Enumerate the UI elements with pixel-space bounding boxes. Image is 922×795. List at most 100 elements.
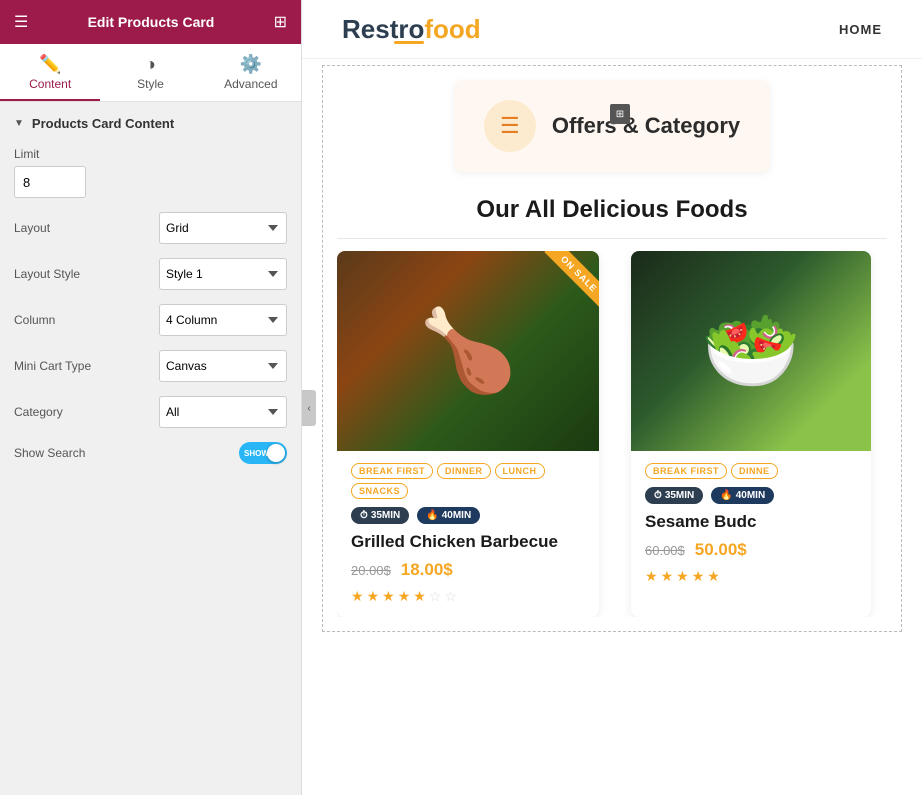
price-old-1: 20.00$ bbox=[351, 563, 391, 578]
advanced-tab-icon: ⚙️ bbox=[240, 54, 262, 75]
layout-label: Layout bbox=[14, 221, 50, 235]
time2-badge-2: 🔥 40MIN bbox=[711, 487, 774, 504]
product-meta-1: ⏱ 35MIN 🔥 40MIN bbox=[351, 507, 585, 524]
product-name-1: Grilled Chicken Barbecue bbox=[351, 532, 585, 552]
layout-style-row: Layout Style Style 1 Style 2 Style 3 bbox=[14, 258, 287, 290]
star-5: ★ bbox=[413, 588, 426, 605]
mini-cart-select[interactable]: Canvas Dropdown Modal bbox=[159, 350, 287, 382]
tag-dinne-2: DINNE bbox=[731, 463, 778, 479]
grid-icon[interactable]: ⊞ bbox=[274, 12, 287, 32]
category-label: Category bbox=[14, 405, 63, 419]
column-select[interactable]: 1 Column 2 Column 3 Column 4 Column bbox=[159, 304, 287, 336]
site-nav-home[interactable]: HOME bbox=[839, 22, 882, 37]
hamburger-icon[interactable]: ☰ bbox=[14, 12, 28, 32]
products-row: ON SALE BREAK FIRST DINNER LUNCH SNACKS … bbox=[337, 251, 887, 617]
tab-style[interactable]: ◑ Style bbox=[100, 44, 200, 101]
star-2-2: ★ bbox=[661, 568, 674, 585]
left-panel: ☰ Edit Products Card ⊞ ✏️ Content ◑ Styl… bbox=[0, 0, 302, 795]
tag-lunch: LUNCH bbox=[495, 463, 545, 479]
collapse-arrow-icon: ‹ bbox=[307, 403, 310, 414]
on-sale-text: ON SALE bbox=[544, 251, 599, 309]
star-2-4: ★ bbox=[692, 568, 705, 585]
content-tab-label: Content bbox=[29, 77, 71, 91]
layout-style-label: Layout Style bbox=[14, 267, 80, 281]
toggle-knob bbox=[267, 444, 285, 462]
product-info-1: BREAK FIRST DINNER LUNCH SNACKS ⏱ 35MIN … bbox=[337, 451, 599, 617]
product-image-wrap-1: ON SALE bbox=[337, 251, 599, 451]
star-2-5: ★ bbox=[707, 568, 720, 585]
section-header[interactable]: ▼ Products Card Content bbox=[14, 116, 287, 131]
style-tab-icon: ◑ bbox=[145, 54, 156, 75]
section-divider bbox=[337, 238, 887, 239]
style-tab-label: Style bbox=[137, 77, 164, 91]
panel-title: Edit Products Card bbox=[88, 14, 215, 30]
star-4: ★ bbox=[398, 588, 411, 605]
offers-card: ☰ Offers & Category bbox=[454, 80, 770, 172]
category-row: Category All Dinner Lunch Breakfast bbox=[14, 396, 287, 428]
layout-row: Layout Grid List Masonry bbox=[14, 212, 287, 244]
dashed-section: ☰ Offers & Category Our All Delicious Fo… bbox=[322, 65, 902, 632]
product-tags-2: BREAK FIRST DINNE bbox=[645, 463, 857, 479]
limit-input[interactable] bbox=[14, 166, 86, 198]
section-toggle-arrow: ▼ bbox=[14, 118, 24, 129]
product-prices-2: 60.00$ 50.00$ bbox=[645, 540, 857, 560]
column-row: Column 1 Column 2 Column 3 Column 4 Colu… bbox=[14, 304, 287, 336]
product-info-2: BREAK FIRST DINNE ⏱ 35MIN 🔥 40MIN Sesame… bbox=[631, 451, 871, 597]
logo-text-2: food bbox=[424, 14, 480, 44]
product-name-2: Sesame Budc bbox=[645, 512, 857, 532]
section-title: Products Card Content bbox=[32, 116, 174, 131]
elementor-move-handle[interactable]: ⊞ bbox=[610, 104, 630, 124]
product-image-wrap-2 bbox=[631, 251, 871, 451]
price-new-1: 18.00$ bbox=[401, 560, 453, 580]
product-image-2 bbox=[631, 251, 871, 451]
time2-badge: 🔥 40MIN bbox=[417, 507, 480, 524]
move-icon: ⊞ bbox=[616, 109, 624, 120]
section-title-area: Our All Delicious Foods bbox=[337, 172, 887, 234]
product-card-1: ON SALE BREAK FIRST DINNER LUNCH SNACKS … bbox=[337, 251, 599, 617]
product-stars-1: ★ ★ ★ ★ ★ ☆ ☆ bbox=[351, 588, 585, 605]
time1-badge-2: ⏱ 35MIN bbox=[645, 487, 703, 504]
star-1: ★ bbox=[351, 588, 364, 605]
right-panel: ⊞ Restrofood HOME ☰ Offers & Category Ou… bbox=[302, 0, 922, 795]
star-2: ★ bbox=[367, 588, 380, 605]
column-label: Column bbox=[14, 313, 55, 327]
category-select[interactable]: All Dinner Lunch Breakfast bbox=[159, 396, 287, 428]
star-2-1: ★ bbox=[645, 568, 658, 585]
star-2-3: ★ bbox=[676, 568, 689, 585]
layout-select[interactable]: Grid List Masonry bbox=[159, 212, 287, 244]
tab-content[interactable]: ✏️ Content bbox=[0, 44, 100, 101]
panel-header: ☰ Edit Products Card ⊞ bbox=[0, 0, 301, 44]
tag-snacks: SNACKS bbox=[351, 483, 408, 499]
mini-cart-label: Mini Cart Type bbox=[14, 359, 91, 373]
show-search-toggle[interactable]: SHOW bbox=[239, 442, 287, 464]
tag-breakfirst-2: BREAK FIRST bbox=[645, 463, 727, 479]
layout-style-select[interactable]: Style 1 Style 2 Style 3 bbox=[159, 258, 287, 290]
site-navbar: Restrofood HOME bbox=[302, 0, 922, 59]
offers-icon: ☰ bbox=[484, 100, 536, 152]
on-sale-badge: ON SALE bbox=[519, 251, 599, 331]
price-new-2: 50.00$ bbox=[695, 540, 747, 560]
product-card-2: BREAK FIRST DINNE ⏱ 35MIN 🔥 40MIN Sesame… bbox=[631, 251, 871, 617]
product-prices-1: 20.00$ 18.00$ bbox=[351, 560, 585, 580]
offers-title: Offers & Category bbox=[552, 113, 740, 139]
tab-advanced[interactable]: ⚙️ Advanced bbox=[201, 44, 301, 101]
star-3: ★ bbox=[382, 588, 395, 605]
product-tags-1: BREAK FIRST DINNER LUNCH SNACKS bbox=[351, 463, 585, 499]
tag-breakfirst: BREAK FIRST bbox=[351, 463, 433, 479]
star-7-empty: ☆ bbox=[444, 588, 457, 605]
panel-content: ▼ Products Card Content Limit Layout Gri… bbox=[0, 102, 301, 795]
product-meta-2: ⏱ 35MIN 🔥 40MIN bbox=[645, 487, 857, 504]
list-icon: ☰ bbox=[500, 113, 520, 139]
offers-card-wrap: ☰ Offers & Category bbox=[337, 80, 887, 172]
logo-text-1: Restro bbox=[342, 14, 424, 44]
toggle-show-text: SHOW bbox=[244, 449, 269, 458]
site-logo: Restrofood bbox=[342, 14, 481, 44]
content-tab-icon: ✏️ bbox=[39, 54, 61, 75]
collapse-button[interactable]: ‹ bbox=[302, 390, 316, 426]
limit-label: Limit bbox=[14, 147, 287, 161]
show-search-row: Show Search SHOW bbox=[14, 442, 287, 464]
show-search-label: Show Search bbox=[14, 446, 85, 460]
time1-badge: ⏱ 35MIN bbox=[351, 507, 409, 524]
advanced-tab-label: Advanced bbox=[224, 77, 277, 91]
limit-field: Limit bbox=[14, 147, 287, 198]
